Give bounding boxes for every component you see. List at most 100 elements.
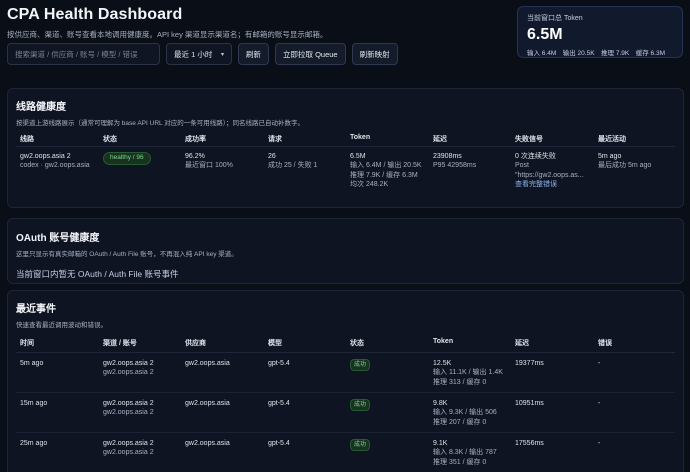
event-status-cell: 成功 (350, 399, 371, 412)
oauth-empty-state: 当前窗口内暂无 OAuth / Auth File 账号事件 (16, 269, 179, 279)
event-latency: 19377ms (515, 360, 544, 367)
chevron-down-icon: ▾ (220, 51, 224, 58)
event-token-total: 9.8K (433, 400, 448, 407)
requests-count: 26 (268, 153, 276, 160)
event-latency: 10951ms (515, 400, 544, 407)
event-token-cell: 9.8K 输入 9.3K / 输出 506 推理 207 / 缓存 0 (433, 399, 497, 427)
toolbar: 最近 1 小时 ▾ 刷新 立即拉取 Queue 刷新映射 (7, 43, 398, 65)
pull-queue-button[interactable]: 立即拉取 Queue (275, 43, 346, 65)
oauth-subtitle: 这里只显示有真实邮箱的 OAuth / Auth File 账号，不再混入纯 A… (16, 251, 238, 258)
page-subtitle: 按供应商、渠道、账号查看本地调用健康度。API key 渠道显示渠道名；有邮箱的… (7, 30, 328, 39)
event-channel: gw2.oops.asia 2 (103, 440, 154, 447)
page-title: CPA Health Dashboard (7, 6, 183, 23)
route-health-title: 线路健康度 (16, 102, 66, 113)
route-health-panel: 线路健康度 按渠道上游线路展示（通常可理解为 base API URL 对应的一… (7, 88, 684, 208)
oauth-title: OAuth 账号健康度 (16, 233, 100, 244)
token-avg: 均次 248.2K (350, 181, 389, 189)
event-token-reason: 推理 313 / 缓存 0 (433, 378, 487, 386)
page-header: CPA Health Dashboard 按供应商、渠道、账号查看本地调用健康度… (7, 6, 507, 40)
event-time: 5m ago (20, 360, 44, 367)
col-failure: 失败信号 (515, 136, 543, 143)
last-success: 最后成功 5m ago (598, 162, 652, 170)
event-token-io: 输入 8.3K / 输出 787 (433, 449, 497, 457)
event-account: gw2.oops.asia 2 (103, 409, 154, 417)
success-badge: 成功 (350, 359, 371, 372)
refresh-button[interactable]: 刷新 (238, 43, 269, 65)
fail-url: "https://gw2.oops.as... (515, 171, 584, 179)
route-row[interactable]: gw2.oops.asia 2 codex · gw2.oops.asia he… (16, 147, 675, 195)
col-token: Token (433, 338, 454, 345)
refresh-mapping-button[interactable]: 刷新映射 (351, 43, 398, 65)
events-table: 时间 渠道 / 账号 供应商 模型 状态 Token 延迟 错误 5m ago … (16, 333, 675, 472)
col-requests: 请求 (268, 136, 282, 143)
event-row[interactable]: 15m ago gw2.oops.asia 2 gw2.oops.asia 2 … (16, 393, 675, 433)
event-provider: gw2.oops.asia (185, 440, 230, 447)
event-token-cell: 9.1K 输入 8.3K / 输出 787 推理 351 / 缓存 0 (433, 439, 497, 467)
col-channel: 渠道 / 账号 (103, 340, 137, 347)
events-table-header: 时间 渠道 / 账号 供应商 模型 状态 Token 延迟 错误 (16, 333, 675, 353)
latency-value: 23908ms (433, 153, 462, 160)
time-range-select[interactable]: 最近 1 小时 ▾ (166, 43, 232, 65)
token-io: 输入 6.4M / 输出 20.5K (350, 162, 422, 170)
event-channel-cell: gw2.oops.asia 2 gw2.oops.asia 2 (103, 359, 154, 378)
col-time: 时间 (20, 340, 34, 347)
event-channel-cell: gw2.oops.asia 2 gw2.oops.asia 2 (103, 399, 154, 418)
route-success-cell: 96.2% 最近窗口 100% (185, 152, 233, 171)
event-model: gpt-5.4 (268, 360, 290, 367)
col-last-active: 最近活动 (598, 136, 626, 143)
col-provider: 供应商 (185, 340, 206, 347)
event-time: 25m ago (20, 440, 48, 447)
latency-p95: P95 42958ms (433, 162, 477, 170)
success-badge: 成功 (350, 399, 371, 412)
event-provider: gw2.oops.asia (185, 360, 230, 367)
event-token-total: 9.1K (433, 440, 448, 447)
time-range-value: 最近 1 小时 (174, 49, 213, 59)
route-name-cell: gw2.oops.asia 2 codex · gw2.oops.asia (20, 152, 90, 171)
fail-count: 0 次连续失败 (515, 153, 556, 160)
route-failure-cell: 0 次连续失败 Post "https://gw2.oops.as... 查看完… (515, 152, 584, 190)
success-badge: 成功 (350, 439, 371, 452)
event-token-total: 12.5K (433, 360, 452, 367)
route-latency-cell: 23908ms P95 42958ms (433, 152, 476, 171)
col-status: 状态 (103, 136, 117, 143)
route-sub: codex · gw2.oops.asia (20, 162, 90, 170)
route-table: 线路 状态 成功率 请求 Token 延迟 失败信号 最近活动 gw2.oops… (16, 129, 675, 195)
event-error: - (598, 440, 601, 447)
recent-events-panel: 最近事件 快速查看最近调用波动和错误。 时间 渠道 / 账号 供应商 模型 状态… (7, 290, 684, 472)
event-channel-cell: gw2.oops.asia 2 gw2.oops.asia 2 (103, 439, 154, 458)
col-route: 线路 (20, 136, 34, 143)
success-recent: 最近窗口 100% (185, 162, 233, 170)
event-time: 15m ago (20, 400, 48, 407)
route-status-cell: healthy / 96 (103, 152, 151, 165)
event-status-cell: 成功 (350, 439, 371, 452)
events-subtitle: 快速查看最近调用波动和错误。 (16, 322, 107, 329)
event-model: gpt-5.4 (268, 440, 290, 447)
fail-method: Post (515, 162, 530, 170)
col-status: 状态 (350, 340, 364, 347)
event-row[interactable]: 25m ago gw2.oops.asia 2 gw2.oops.asia 2 … (16, 433, 675, 472)
token-reason: 推理 7.9K / 缓存 6.3M (350, 171, 418, 179)
event-channel: gw2.oops.asia 2 (103, 400, 154, 407)
col-success-rate: 成功率 (185, 136, 206, 143)
col-latency: 延迟 (433, 136, 447, 143)
route-table-header: 线路 状态 成功率 请求 Token 延迟 失败信号 最近活动 (16, 129, 675, 147)
route-name: gw2.oops.asia 2 (20, 153, 71, 160)
event-account: gw2.oops.asia 2 (103, 449, 154, 457)
token-card-value: 6.5M (527, 26, 563, 43)
success-rate: 96.2% (185, 153, 205, 160)
view-full-error-link[interactable]: 查看完整错误 (515, 180, 584, 189)
event-token-io: 输入 9.3K / 输出 506 (433, 409, 497, 417)
last-active: 5m ago (598, 153, 622, 160)
event-account: gw2.oops.asia 2 (103, 369, 154, 377)
col-latency: 延迟 (515, 340, 529, 347)
event-token-cell: 12.5K 输入 11.1K / 输出 1.4K 推理 313 / 缓存 0 (433, 359, 503, 387)
route-health-subtitle: 按渠道上游线路展示（通常可理解为 base API URL 对应的一条可用线路）… (16, 120, 304, 127)
token-total: 6.5M (350, 153, 366, 160)
event-provider: gw2.oops.asia (185, 400, 230, 407)
event-row[interactable]: 5m ago gw2.oops.asia 2 gw2.oops.asia 2 g… (16, 353, 675, 393)
route-last-active-cell: 5m ago 最后成功 5m ago (598, 152, 651, 171)
route-requests-cell: 26 成功 25 / 失败 1 (268, 152, 317, 171)
event-token-io: 输入 11.1K / 输出 1.4K (433, 369, 503, 377)
search-input[interactable] (7, 43, 160, 65)
event-channel: gw2.oops.asia 2 (103, 360, 154, 367)
